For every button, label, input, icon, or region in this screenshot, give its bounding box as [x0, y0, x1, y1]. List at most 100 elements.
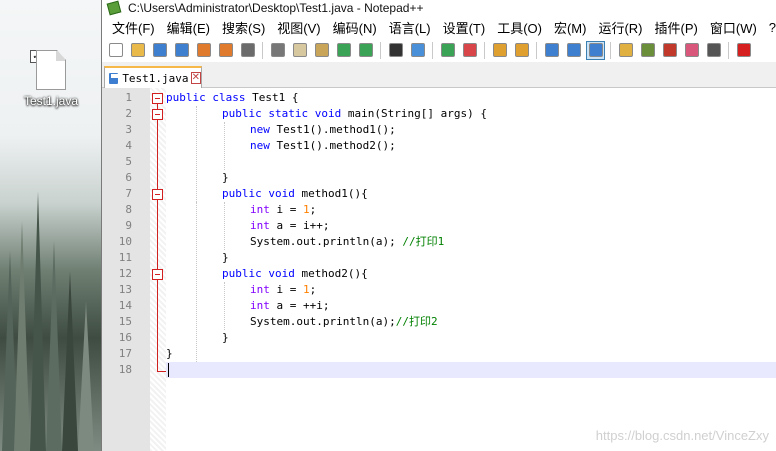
sync-vertical-icon [492, 43, 507, 57]
code-line-2: public static void main(String[] args) { [222, 106, 487, 122]
save-button[interactable] [150, 41, 169, 60]
line-number: 18 [118, 363, 132, 376]
indent-guide [224, 122, 225, 170]
indent-guide [196, 202, 197, 362]
copy-icon [292, 43, 307, 57]
code-text: System.out.println(a); [250, 235, 403, 248]
code-text-area[interactable]: public class Test1 { public static void … [166, 88, 776, 451]
menu-file[interactable]: 文件(F) [106, 18, 161, 37]
function-list-button[interactable] [660, 41, 679, 60]
save-all-button[interactable] [172, 41, 191, 60]
desktop-file-label: Test1.java [23, 94, 79, 108]
fold-toggle-method2[interactable] [152, 269, 163, 280]
cut-icon [270, 43, 285, 57]
indent-guide-button[interactable] [586, 40, 605, 60]
sync-vertical-button[interactable] [490, 41, 509, 60]
zoom-out-button[interactable] [460, 41, 479, 60]
editor-area[interactable]: 1 2 3 4 5 6 7 8 9 10 11 12 13 14 15 16 1… [102, 88, 776, 451]
code-line-16: } [222, 330, 229, 346]
code-text: } [166, 347, 173, 360]
find-icon [388, 43, 403, 57]
desktop-file-test1[interactable]: ✓ Test1.java [14, 50, 88, 108]
saved-file-icon [109, 72, 119, 84]
keyword: void [268, 187, 295, 200]
show-all-chars-button[interactable] [564, 41, 583, 60]
tab-close-icon[interactable]: ✕ [190, 72, 201, 84]
type-keyword: int [250, 219, 270, 232]
menu-window[interactable]: 窗口(W) [704, 18, 763, 37]
number-literal: 1 [303, 283, 310, 296]
new-file-button[interactable] [106, 41, 125, 60]
line-number: 5 [125, 155, 132, 168]
line-number: 4 [125, 139, 132, 152]
menu-search[interactable]: 搜索(S) [216, 18, 271, 37]
folder-workspace-button[interactable] [682, 41, 701, 60]
monitoring-button[interactable] [704, 41, 723, 60]
line-number: 6 [125, 171, 132, 184]
code-text: i = [269, 283, 303, 296]
record-macro-button[interactable] [734, 41, 753, 60]
notepadpp-app-icon [106, 0, 122, 16]
user-lang-button[interactable] [616, 41, 635, 60]
code-line-14: int a = ++i; [250, 298, 329, 314]
fold-toggle-class[interactable] [152, 93, 163, 104]
find-button[interactable] [386, 41, 405, 60]
sync-horizontal-button[interactable] [512, 41, 531, 60]
fold-toggle-main[interactable] [152, 109, 163, 120]
word-wrap-button[interactable] [542, 41, 561, 60]
keyword: public [222, 107, 262, 120]
menu-macro[interactable]: 宏(M) [548, 18, 593, 37]
copy-button[interactable] [290, 41, 309, 60]
menu-edit[interactable]: 编辑(E) [161, 18, 216, 37]
open-folder-icon [130, 43, 145, 57]
fold-toggle-method1[interactable] [152, 189, 163, 200]
type-keyword: int [250, 203, 270, 216]
folder-workspace-icon [684, 43, 699, 57]
code-line-9: int a = i++; [250, 218, 329, 234]
code-text: } [222, 331, 229, 344]
close-all-button[interactable] [216, 41, 235, 60]
line-number: 9 [125, 219, 132, 232]
keyword: class [212, 91, 246, 104]
wallpaper-plant [14, 221, 30, 451]
open-folder-button[interactable] [128, 41, 147, 60]
notepadpp-window: C:\Users\Administrator\Desktop\Test1.jav… [101, 0, 776, 451]
monitoring-icon [706, 43, 721, 57]
redo-button[interactable] [356, 41, 375, 60]
function-list-icon [662, 43, 677, 57]
menu-language[interactable]: 语言(L) [383, 18, 437, 37]
type-keyword: int [250, 299, 270, 312]
zoom-in-button[interactable] [438, 41, 457, 60]
desktop-wallpaper: ✓ Test1.java [0, 0, 101, 451]
replace-button[interactable] [408, 41, 427, 60]
menu-encoding[interactable]: 编码(N) [327, 18, 383, 37]
menu-tools[interactable]: 工具(O) [491, 18, 548, 37]
code-text: } [222, 171, 229, 184]
menu-settings[interactable]: 设置(T) [437, 18, 492, 37]
undo-button[interactable] [334, 41, 353, 60]
print-button[interactable] [238, 41, 257, 60]
paste-button[interactable] [312, 41, 331, 60]
keyword: new [250, 123, 270, 136]
code-text: method2(){ [294, 267, 368, 280]
menu-run[interactable]: 运行(R) [592, 18, 648, 37]
menu-plugins[interactable]: 插件(P) [649, 18, 704, 37]
title-bar[interactable]: C:\Users\Administrator\Desktop\Test1.jav… [102, 0, 776, 16]
type-keyword: int [250, 283, 270, 296]
code-line-1: public class Test1 { [166, 90, 298, 106]
menu-view[interactable]: 视图(V) [271, 18, 326, 37]
tab-test1-java[interactable]: Test1.java ✕ [104, 66, 202, 88]
toolbar-separator [536, 41, 537, 59]
line-number: 13 [118, 283, 132, 296]
keyword: void [314, 107, 342, 120]
number-literal: 1 [303, 203, 310, 216]
toolbar [102, 38, 776, 62]
doc-map-button[interactable] [638, 41, 657, 60]
cut-button[interactable] [268, 41, 287, 60]
close-button[interactable] [194, 41, 213, 60]
menu-help[interactable]: ? [763, 20, 776, 35]
keyword: new [250, 139, 270, 152]
current-line-highlight [166, 362, 776, 378]
code-line-7: public void method1(){ [222, 186, 368, 202]
window-title: C:\Users\Administrator\Desktop\Test1.jav… [128, 1, 424, 15]
